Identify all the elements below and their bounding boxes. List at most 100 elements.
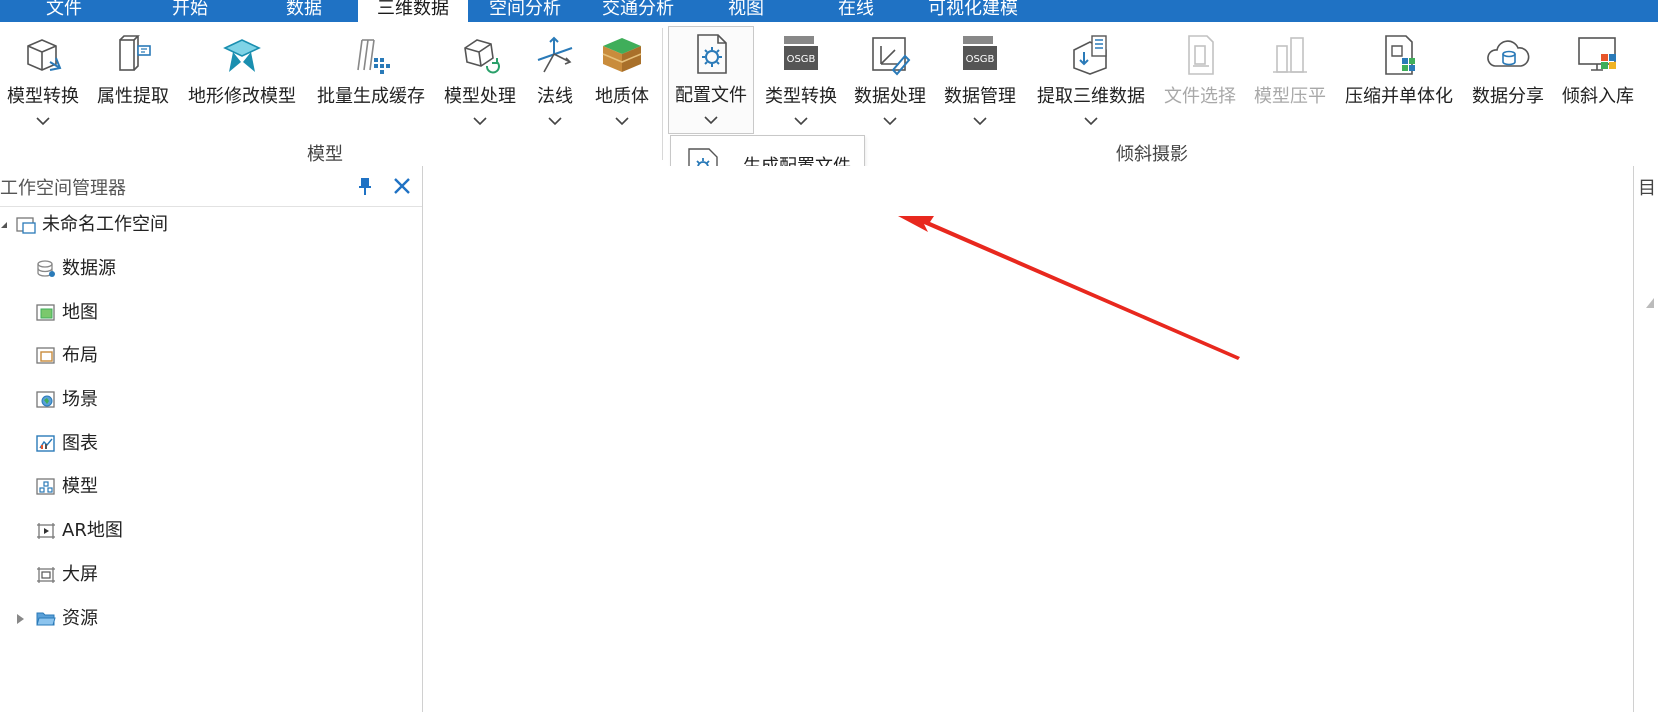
- extract-3d-label: 提取三维数据: [1037, 86, 1145, 107]
- normal-button[interactable]: 法线: [528, 28, 582, 146]
- chevron-down-icon: [36, 117, 50, 126]
- scroll-up-icon[interactable]: [1644, 296, 1656, 310]
- normal-icon: [537, 36, 573, 73]
- batch-cache-button[interactable]: 批量生成缓存: [310, 28, 432, 146]
- main-work-area[interactable]: [423, 166, 1633, 712]
- oblique-group-label: 倾斜摄影: [1116, 144, 1188, 165]
- config-file-icon: [697, 34, 727, 74]
- data-share-button[interactable]: 数据分享: [1466, 28, 1550, 146]
- terrain-modify-label: 地形修改模型: [188, 86, 296, 107]
- workspace-icon: [16, 217, 36, 234]
- tab-3d-data[interactable]: 三维数据: [358, 0, 468, 22]
- osgb-data-manage-icon: OSGB: [963, 36, 997, 70]
- oblique-import-button[interactable]: 倾斜入库: [1556, 28, 1640, 146]
- tree-item-datasource[interactable]: 数据源: [0, 252, 420, 286]
- config-file-label: 配置文件: [675, 85, 747, 106]
- tree-item-layout[interactable]: 布局: [0, 339, 420, 373]
- tab-traffic-analysis[interactable]: 交通分析: [588, 0, 688, 22]
- tree-item-label: 布局: [62, 345, 98, 366]
- right-dock-tab[interactable]: 目: [1638, 174, 1656, 200]
- folder-icon: [36, 612, 56, 626]
- tab-view[interactable]: 视图: [708, 0, 784, 22]
- file-select-icon: [1188, 35, 1214, 75]
- extract-3d-button[interactable]: 提取三维数据: [1030, 28, 1152, 146]
- expand-triangle-icon[interactable]: [16, 613, 25, 625]
- model-flatten-label: 模型压平: [1254, 86, 1326, 107]
- tab-online[interactable]: 在线: [818, 0, 894, 22]
- geology-button[interactable]: 地质体: [588, 28, 656, 146]
- right-dock-strip: 目: [1633, 166, 1658, 712]
- model-process-button[interactable]: 模型处理: [438, 28, 522, 146]
- tree-item-label: 资源: [62, 608, 98, 629]
- model-convert-button[interactable]: 模型转换: [2, 28, 84, 146]
- tree-item-label: 大屏: [62, 564, 98, 585]
- tree-item-model[interactable]: 模型: [0, 470, 420, 504]
- model-flatten-button: 模型压平: [1248, 28, 1332, 146]
- tab-file[interactable]: 文件: [22, 0, 106, 22]
- close-icon[interactable]: [390, 174, 414, 198]
- file-select-label: 文件选择: [1164, 86, 1236, 107]
- geology-icon: [602, 38, 642, 72]
- osgb-type-convert-icon: OSGB: [784, 36, 818, 70]
- tree-root-label: 未命名工作空间: [42, 214, 168, 235]
- workspace-panel-header: 工作空间管理器: [0, 166, 422, 207]
- chevron-down-icon: [1084, 117, 1098, 126]
- tree-item-big-screen[interactable]: 大屏: [0, 558, 420, 592]
- model-flatten-icon: [1273, 37, 1307, 73]
- compress-monomer-label: 压缩并单体化: [1345, 86, 1453, 107]
- tab-data[interactable]: 数据: [262, 0, 346, 22]
- model-group-label: 模型: [307, 144, 343, 165]
- model-convert-label: 模型转换: [7, 86, 79, 107]
- data-manage-button[interactable]: OSGB 数据管理: [938, 28, 1022, 146]
- terrain-modify-button[interactable]: 地形修改模型: [182, 28, 302, 146]
- datasource-icon: [37, 260, 55, 277]
- tree-root-workspace[interactable]: 未命名工作空间: [0, 208, 420, 242]
- tab-spatial-analysis[interactable]: 空间分析: [475, 0, 575, 22]
- data-process-icon: [872, 37, 911, 76]
- chevron-down-icon: [473, 117, 487, 126]
- chevron-down-icon: [973, 117, 987, 126]
- batch-cache-label: 批量生成缓存: [317, 86, 425, 107]
- chevron-down-icon: [615, 117, 629, 126]
- tree-item-label: AR地图: [62, 520, 123, 541]
- extract-3d-icon: [1073, 35, 1107, 75]
- tree-item-ar-map[interactable]: AR地图: [0, 514, 420, 548]
- chart-icon: [36, 435, 55, 452]
- tree-item-chart[interactable]: 图表: [0, 427, 420, 461]
- workspace-manager-panel: 工作空间管理器 未命名工作空间 数据源 地图 布局 场景 图表 模型 AR地图 …: [0, 166, 423, 712]
- oblique-import-label: 倾斜入库: [1562, 86, 1634, 107]
- attribute-extract-button[interactable]: 属性提取: [90, 28, 176, 146]
- config-file-button[interactable]: 配置文件: [668, 26, 754, 134]
- tab-start[interactable]: 开始: [148, 0, 232, 22]
- tree-item-map[interactable]: 地图: [0, 296, 420, 330]
- chevron-down-icon: [794, 117, 808, 126]
- model-convert-icon: [27, 39, 62, 71]
- workspace-panel-title: 工作空间管理器: [0, 178, 126, 199]
- batch-cache-icon: [357, 39, 390, 74]
- cloud-share-icon: [1487, 40, 1530, 67]
- svg-text:OSGB: OSGB: [787, 54, 816, 65]
- tab-visual-modeling[interactable]: 可视化建模: [918, 0, 1028, 22]
- geology-label: 地质体: [595, 86, 649, 107]
- attribute-extract-label: 属性提取: [97, 86, 169, 107]
- group-separator: [662, 28, 663, 160]
- tree-item-scene[interactable]: 场景: [0, 383, 420, 417]
- compress-monomer-icon: [1385, 35, 1415, 75]
- chevron-down-icon: [704, 116, 718, 125]
- pin-icon[interactable]: [354, 175, 376, 197]
- type-convert-button[interactable]: OSGB 类型转换: [758, 28, 844, 146]
- tree-item-label: 图表: [62, 433, 98, 454]
- type-convert-label: 类型转换: [765, 86, 837, 107]
- tree-item-label: 场景: [62, 389, 98, 410]
- ar-map-icon: [37, 523, 55, 539]
- compress-monomer-button[interactable]: 压缩并单体化: [1338, 28, 1460, 146]
- tree-item-label: 地图: [62, 302, 98, 323]
- data-process-button[interactable]: 数据处理: [848, 28, 932, 146]
- oblique-import-icon: [1578, 37, 1616, 71]
- model-process-icon: [464, 39, 500, 74]
- model-process-label: 模型处理: [444, 86, 516, 107]
- terrain-modify-icon: [223, 39, 261, 72]
- tree-item-resources[interactable]: 资源: [0, 602, 420, 636]
- svg-text:OSGB: OSGB: [966, 54, 995, 65]
- collapse-triangle-icon[interactable]: [0, 221, 8, 229]
